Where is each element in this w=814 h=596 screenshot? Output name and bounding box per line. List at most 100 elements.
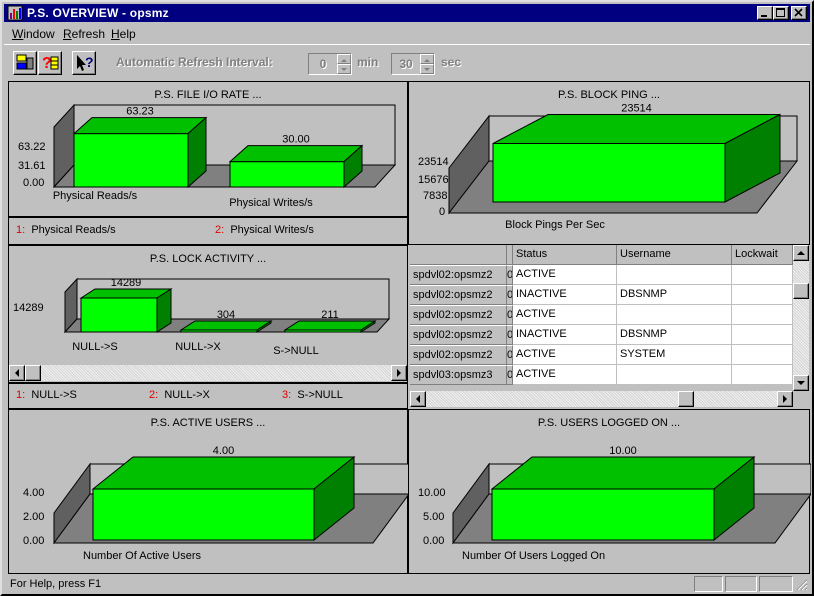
cell-status[interactable]: INACTIVE [513,325,617,345]
table-hscrollbar[interactable] [410,391,793,407]
cell-username[interactable]: DBSNMP [617,285,732,305]
cell-status[interactable]: ACTIVE [513,265,617,285]
scroll-down-button[interactable] [793,375,809,391]
connect-button[interactable] [13,51,37,75]
bar-top [490,456,756,490]
y-tick: 0.00 [23,177,45,189]
maximize-button[interactable] [773,6,789,20]
legend-divider [9,216,407,218]
row-header-instance[interactable]: spdvl02:opsmz2 [410,345,507,365]
category-label: Number Of Active Users [83,550,201,562]
active-users-panel[interactable]: P.S. ACTIVE USERS ... 4.00 Number Of Acti… [8,409,409,574]
column-header-lockwait[interactable]: Lockwait [732,245,793,265]
sessions-table[interactable]: Status Username Lockwait spdvl02:opsmz2 0 ACT… [410,245,809,409]
column-header-instance[interactable] [410,245,507,265]
scroll-right-button[interactable] [391,365,407,381]
title-bar[interactable]: P.S. OVERVIEW - opsmz [4,4,810,22]
cell-status[interactable]: ACTIVE [513,345,617,365]
cell-username[interactable]: SYSTEM [617,345,732,365]
data-label: 304 [217,309,235,321]
maximize-icon [776,8,785,17]
table-vscrollbar[interactable] [793,245,809,391]
category-label: NULL->S [72,341,118,353]
scroll-thumb[interactable] [25,365,41,381]
cell-status[interactable]: ACTIVE [513,365,617,385]
cell-status[interactable]: INACTIVE [513,285,617,305]
lock-activity-panel[interactable]: P.S. LOCK ACTIVITY ... 14289 NULL->S 304 NU… [8,245,408,409]
svg-text:?: ? [42,55,52,72]
bar-top [79,288,173,299]
minutes-down-arrow[interactable] [337,64,351,74]
column-header-status[interactable]: Status [513,245,617,265]
resize-grip-icon[interactable] [796,579,808,591]
y-tick: 7838 [423,190,448,202]
seconds-spinner[interactable]: 30 [391,53,435,75]
y-tick: 63.22 [18,141,46,153]
block-ping-chart: 23514 Block Pings Per Sec [447,103,799,231]
row-header-instance[interactable]: spdvl02:opsmz2 [410,325,507,345]
menu-help[interactable]: Help [111,27,136,41]
cell-username[interactable] [617,265,732,285]
data-label: 10.00 [609,445,637,457]
cell-username[interactable]: DBSNMP [617,325,732,345]
file-io-panel[interactable]: P.S. FILE I/O RATE ... 63.23 Physical Rea… [8,81,408,245]
category-label: Number Of Users Logged On [462,550,605,562]
svg-text:?: ? [85,54,94,70]
bar [492,143,726,203]
legend-item: 2: NULL->X [149,389,210,401]
close-icon [794,8,803,17]
scroll-left-button[interactable] [410,391,426,407]
scroll-left-button[interactable] [9,365,25,381]
data-label: 30.00 [282,134,310,146]
seconds-up-arrow[interactable] [420,54,434,64]
row-header-instance[interactable]: spdvl02:opsmz2 [410,305,507,325]
status-pane [725,576,757,592]
cell-lockwait[interactable] [732,265,793,285]
context-help-button[interactable]: ? [72,51,96,75]
help-db-button[interactable]: ? [38,51,62,75]
users-logged-on-panel[interactable]: P.S. USERS LOGGED ON ... 10.00 Number Of … [408,409,811,574]
close-button[interactable] [791,6,807,20]
minutes-up-arrow[interactable] [337,54,351,64]
active-users-chart: 4.00 Number Of Active Users [53,445,409,562]
scroll-up-button[interactable] [793,245,809,261]
cell-username[interactable] [617,305,732,325]
menu-bar: Window Refresh Help [4,23,810,43]
y-tick: 4.00 [23,487,45,499]
minutes-spinner[interactable]: 0 [308,53,352,75]
row-header-instance[interactable]: spdvl02:opsmz2 [410,265,507,285]
app-icon[interactable] [7,5,23,21]
cell-username[interactable] [617,365,732,385]
bar [92,488,315,541]
y-tick: 0 [439,206,446,218]
seconds-down-arrow[interactable] [420,64,434,74]
cell-lockwait[interactable] [732,285,793,305]
cell-status[interactable]: ACTIVE [513,305,617,325]
category-label: Physical Reads/s [53,190,138,202]
bar-top [283,320,377,331]
minimize-button[interactable] [757,6,773,20]
y-tick: 23514 [418,156,449,168]
window-title: P.S. OVERVIEW - opsmz [27,6,169,20]
column-header-username[interactable]: Username [617,245,732,265]
cell-lockwait[interactable] [732,325,793,345]
data-label: 14289 [111,277,142,289]
bar [73,133,189,188]
menu-window[interactable]: Window [12,27,55,41]
cell-lockwait[interactable] [732,345,793,365]
status-pane [759,576,793,592]
lock-chart-hscrollbar[interactable] [9,365,407,381]
row-header-instance[interactable]: spdvl03:opsmz3 [410,365,507,385]
scroll-thumb[interactable] [678,391,694,407]
cell-lockwait[interactable] [732,365,793,385]
block-ping-panel[interactable]: P.S. BLOCK PING ... 23514 Block Pings Per… [408,81,810,245]
cell-lockwait[interactable] [732,305,793,325]
bar-top [72,117,208,135]
bar [229,161,345,188]
bar-top [179,320,273,331]
scroll-thumb[interactable] [793,283,809,299]
row-header-instance[interactable]: spdvl02:opsmz2 [410,285,507,305]
menu-refresh[interactable]: Refresh [63,27,105,41]
y-tick: 2.00 [23,511,45,523]
scroll-right-button[interactable] [777,391,793,407]
